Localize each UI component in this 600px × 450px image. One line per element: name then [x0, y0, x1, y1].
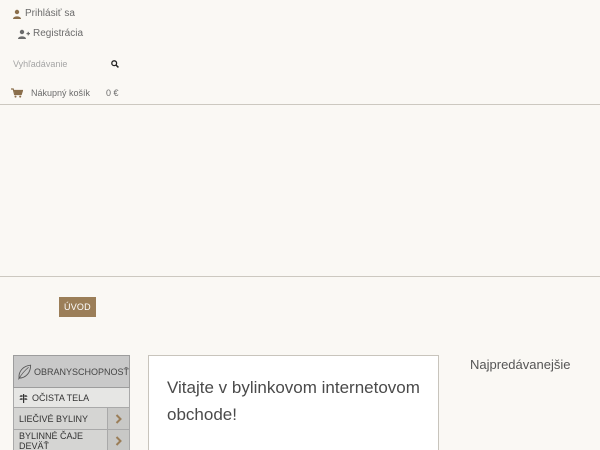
- welcome-title: Vitajte v bylinkovom internetovom obchod…: [167, 378, 420, 424]
- cart-label: Nákupný košík: [31, 88, 91, 98]
- register-label: Registrácia: [33, 28, 84, 39]
- login-link[interactable]: Prihlásiť sa: [12, 8, 75, 19]
- banner-area: [0, 105, 600, 277]
- add-user-icon: [18, 29, 30, 39]
- bestsellers-title: Najpredávanejšie: [470, 357, 571, 372]
- login-label: Prihlásiť sa: [25, 8, 75, 19]
- category-item-label: LIEČIVÉ BYLINY: [19, 413, 89, 424]
- cart-link[interactable]: Nákupný košík 0 €: [11, 88, 119, 98]
- search-input[interactable]: [10, 59, 100, 69]
- category-liecive-byliny[interactable]: LIEČIVÉ BYLINY: [13, 408, 130, 430]
- user-icon: [13, 9, 21, 19]
- leaf-icon: [18, 364, 32, 380]
- chevron-right-icon: [115, 435, 122, 446]
- register-link[interactable]: Registrácia: [18, 28, 83, 39]
- herb-icon: [19, 393, 28, 403]
- category-obranyschopnost[interactable]: OBRANYSCHOPNOSŤ: [13, 355, 130, 388]
- category-bylinne-caje[interactable]: BYLINNÉ ČAJE DEVÄŤ: [13, 430, 130, 450]
- category-main-label: OBRANYSCHOPNOSŤ: [33, 366, 129, 377]
- category-item-label: BYLINNÉ ČAJE DEVÄŤ: [19, 430, 84, 450]
- chevron-right-icon: [115, 413, 122, 424]
- category-ocista-tela[interactable]: OČISTA TELA: [13, 388, 130, 408]
- cart-icon: [11, 88, 23, 98]
- welcome-box: Vitajte v bylinkovom internetovom obchod…: [148, 355, 439, 450]
- nav-home[interactable]: ÚVOD: [59, 297, 96, 317]
- expand-button[interactable]: [107, 430, 129, 450]
- category-sidebar: OBRANYSCHOPNOSŤ OČISTA TELA LIEČIVÉ BYLI…: [13, 355, 130, 450]
- search-box: [10, 54, 122, 74]
- expand-button[interactable]: [107, 408, 129, 429]
- search-icon[interactable]: [111, 60, 119, 68]
- top-bar: Prihlásiť sa Registrácia Nákupný košík 0…: [0, 0, 600, 105]
- category-sub-label: OČISTA TELA: [32, 392, 90, 403]
- cart-total: 0 €: [106, 88, 119, 98]
